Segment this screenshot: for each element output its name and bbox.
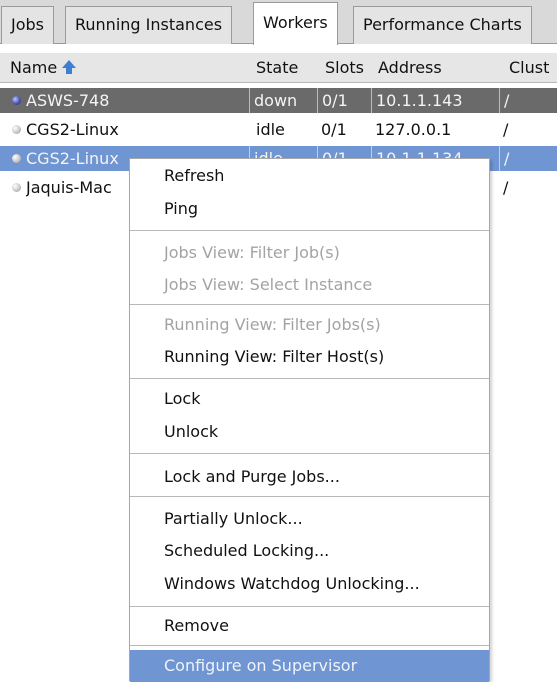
menu-item-running-view-filter-jobs: Running View: Filter Jobs(s) [130, 309, 489, 341]
column-header-label: Name [10, 58, 58, 77]
menu-item-label: Configure on Supervisor [164, 656, 358, 675]
menu-item-label: Jobs View: Filter Job(s) [164, 243, 340, 262]
menu-item-label: Lock [164, 389, 201, 408]
worker-name: ASWS-748 [26, 91, 110, 110]
tab-label: Performance Charts [363, 15, 522, 34]
menu-item-label: Running View: Filter Jobs(s) [164, 315, 381, 334]
worker-cluster: / [499, 146, 557, 171]
menu-item-label: Jobs View: Select Instance [164, 275, 373, 294]
menu-item-scheduled-locking[interactable]: Scheduled Locking... [130, 535, 489, 567]
tab-running-instances[interactable]: Running Instances [65, 6, 233, 44]
column-header-label: Clust [509, 58, 550, 77]
worker-name: CGS2-Linux [26, 120, 119, 139]
worker-status-icon [12, 96, 21, 105]
tab-label: Running Instances [75, 15, 223, 34]
menu-separator [130, 645, 489, 646]
menu-item-refresh[interactable]: Refresh [130, 160, 489, 192]
menu-item-jobs-view-select-instance: Jobs View: Select Instance [130, 269, 489, 301]
menu-separator [130, 378, 489, 379]
worker-cluster: / [503, 120, 509, 139]
tab-label: Workers [263, 13, 328, 32]
tab-label: Jobs [11, 15, 44, 34]
menu-item-label: Partially Unlock... [164, 509, 303, 528]
worker-status-icon [12, 125, 21, 134]
column-header-cluster[interactable]: Clust [509, 53, 549, 83]
context-menu: Refresh Ping Jobs View: Filter Job(s) Jo… [129, 158, 490, 682]
tab-bar: Jobs Running Instances Workers Performan… [0, 0, 557, 45]
menu-item-label: Scheduled Locking... [164, 541, 330, 560]
menu-separator [130, 453, 489, 454]
worker-status-icon [12, 154, 21, 163]
column-header-label: Slots [325, 58, 364, 77]
tab-workers[interactable]: Workers [253, 2, 338, 45]
menu-item-label: Windows Watchdog Unlocking... [164, 574, 420, 593]
worker-slots: 0/1 [317, 88, 371, 113]
menu-item-unlock[interactable]: Unlock [130, 416, 489, 448]
table-row[interactable]: ASWS-748 down 0/1 10.1.1.143 / [0, 88, 557, 113]
tab-jobs[interactable]: Jobs [1, 6, 54, 44]
menu-item-lock[interactable]: Lock [130, 383, 489, 415]
menu-item-label: Ping [164, 199, 199, 218]
menu-item-ping[interactable]: Ping [130, 193, 489, 225]
menu-item-remove[interactable]: Remove [130, 610, 489, 642]
menu-item-label: Remove [164, 616, 229, 635]
menu-separator [130, 496, 489, 497]
menu-item-running-view-filter-hosts[interactable]: Running View: Filter Host(s) [130, 341, 489, 373]
column-header-state[interactable]: State [256, 53, 298, 83]
worker-cluster: / [499, 88, 557, 113]
sort-ascending-icon [61, 55, 77, 85]
worker-slots: 0/1 [321, 120, 347, 139]
menu-item-label: Unlock [164, 422, 219, 441]
tab-performance-charts[interactable]: Performance Charts [353, 6, 532, 44]
column-header-label: State [256, 58, 299, 77]
worker-state: idle [256, 120, 285, 139]
menu-item-windows-watchdog-unlocking[interactable]: Windows Watchdog Unlocking... [130, 568, 489, 600]
column-header-slots[interactable]: Slots [325, 53, 364, 83]
worker-cluster: / [503, 178, 509, 197]
menu-item-partially-unlock[interactable]: Partially Unlock... [130, 503, 489, 535]
menu-item-label: Refresh [164, 166, 225, 185]
menu-separator [130, 304, 489, 305]
worker-state: down [249, 88, 317, 113]
menu-separator [130, 230, 489, 231]
menu-item-label: Running View: Filter Host(s) [164, 347, 385, 366]
menu-item-configure-on-supervisor[interactable]: Configure on Supervisor [130, 650, 489, 682]
column-header-name[interactable]: Name [10, 53, 77, 83]
table-header: Name State Slots Address Clust [0, 53, 557, 83]
menu-item-jobs-view-filter-jobs: Jobs View: Filter Job(s) [130, 237, 489, 269]
table-row[interactable]: CGS2-Linux idle 0/1 127.0.0.1 / [0, 117, 557, 142]
column-header-label: Address [378, 58, 442, 77]
column-header-address[interactable]: Address [378, 53, 442, 83]
worker-address: 10.1.1.143 [371, 88, 499, 113]
worker-address: 127.0.0.1 [375, 120, 452, 139]
menu-separator [130, 606, 489, 607]
menu-item-label: Lock and Purge Jobs... [164, 467, 340, 486]
worker-status-icon [12, 183, 21, 192]
menu-item-lock-and-purge-jobs[interactable]: Lock and Purge Jobs... [130, 461, 489, 493]
